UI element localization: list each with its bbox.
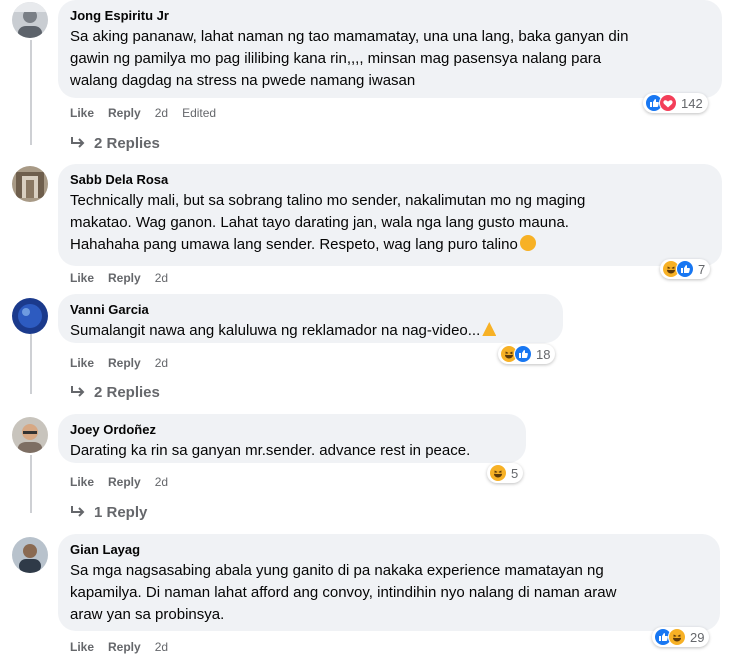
thread-line — [30, 334, 32, 394]
avatar[interactable] — [12, 417, 48, 453]
comment-author[interactable]: Joey Ordoñez — [70, 421, 514, 438]
comment-author[interactable]: Jong Espiritu Jr — [70, 7, 710, 24]
reply-button[interactable]: Reply — [108, 270, 141, 286]
comment-text: Sumalangit nawa ang kaluluwa ng reklamad… — [70, 320, 551, 342]
comment-actions: Like Reply 2d Edited — [70, 105, 230, 121]
reactions-summary[interactable]: 5 — [487, 463, 524, 483]
like-button[interactable]: Like — [70, 105, 94, 121]
replies-count: 2 Replies — [94, 134, 160, 152]
comment-bubble: Joey Ordoñez Darating ka rin sa ganyan m… — [58, 414, 526, 463]
reactions-summary[interactable]: 142 — [643, 93, 708, 113]
comment-text: Darating ka rin sa ganyan mr.sender. adv… — [70, 442, 471, 459]
like-button[interactable]: Like — [70, 639, 94, 655]
replies-count: 1 Reply — [94, 503, 148, 521]
thread-line — [30, 455, 32, 513]
reply-button[interactable]: Reply — [108, 474, 141, 490]
reaction-count: 142 — [681, 95, 703, 111]
view-replies-link[interactable]: 2 Replies — [70, 382, 160, 402]
like-reaction-icon — [514, 345, 532, 363]
reactions-summary[interactable]: 29 — [652, 627, 710, 647]
comment-text: Technically mali, but sa sobrang talino … — [70, 190, 710, 256]
reply-button[interactable]: Reply — [108, 105, 141, 121]
reactions-summary[interactable]: 7 — [660, 259, 711, 279]
like-reaction-icon — [676, 260, 694, 278]
avatar[interactable] — [12, 537, 48, 573]
haha-reaction-icon — [489, 464, 507, 482]
avatar[interactable] — [12, 298, 48, 334]
comment-text-content: Sumalangit nawa ang kaluluwa ng reklamad… — [70, 322, 481, 339]
edited-label: Edited — [182, 106, 217, 120]
comment-actions: Like Reply 2d — [70, 355, 182, 371]
comment-actions: Like Reply 2d — [70, 270, 182, 286]
comment-bubble: Gian Layag Sa mga nagsasabing abala yung… — [58, 534, 720, 631]
haha-reaction-icon — [668, 628, 686, 646]
reaction-count: 7 — [698, 261, 706, 277]
reply-arrow-icon — [71, 386, 85, 397]
like-button[interactable]: Like — [70, 355, 94, 371]
grinning-sweat-emoji — [519, 235, 536, 251]
reply-arrow-icon — [71, 506, 85, 517]
replies-count: 2 Replies — [94, 383, 160, 401]
reply-button[interactable]: Reply — [108, 639, 141, 655]
reply-arrow-icon — [71, 137, 85, 148]
reply-button[interactable]: Reply — [108, 355, 141, 371]
love-reaction-icon — [659, 94, 677, 112]
avatar[interactable] — [12, 2, 48, 38]
comment-bubble: Jong Espiritu Jr Sa aking pananaw, lahat… — [58, 0, 722, 98]
comment-text: Sa aking pananaw, lahat naman ng tao mam… — [70, 28, 629, 89]
timestamp[interactable]: 2d — [155, 105, 168, 121]
view-replies-link[interactable]: 1 Reply — [70, 502, 147, 522]
reaction-count: 5 — [511, 465, 519, 481]
timestamp[interactable]: 2d — [155, 474, 168, 490]
timestamp[interactable]: 2d — [155, 639, 168, 655]
like-button[interactable]: Like — [70, 474, 94, 490]
timestamp[interactable]: 2d — [155, 270, 168, 286]
reactions-summary[interactable]: 18 — [498, 344, 556, 364]
comment-author[interactable]: Gian Layag — [70, 541, 708, 558]
like-button[interactable]: Like — [70, 270, 94, 286]
reaction-count: 18 — [536, 346, 551, 362]
praying-hands-emoji — [482, 322, 497, 336]
avatar[interactable] — [12, 166, 48, 202]
view-replies-link[interactable]: 2 Replies — [70, 133, 160, 153]
comment-actions: Like Reply 2d — [70, 639, 182, 655]
comment-author[interactable]: Sabb Dela Rosa — [70, 171, 710, 188]
comment-bubble: Sabb Dela Rosa Technically mali, but sa … — [58, 164, 722, 266]
reaction-count: 29 — [690, 629, 705, 645]
comment-actions: Like Reply 2d — [70, 474, 182, 490]
comment-text-content: Technically mali, but sa sobrang talino … — [70, 192, 586, 253]
comment-bubble: Vanni Garcia Sumalangit nawa ang kaluluw… — [58, 294, 563, 343]
comment-author[interactable]: Vanni Garcia — [70, 301, 551, 318]
comment-text: Sa mga nagsasabing abala yung ganito di … — [70, 562, 617, 623]
thread-line — [30, 40, 32, 145]
timestamp[interactable]: 2d — [155, 355, 168, 371]
